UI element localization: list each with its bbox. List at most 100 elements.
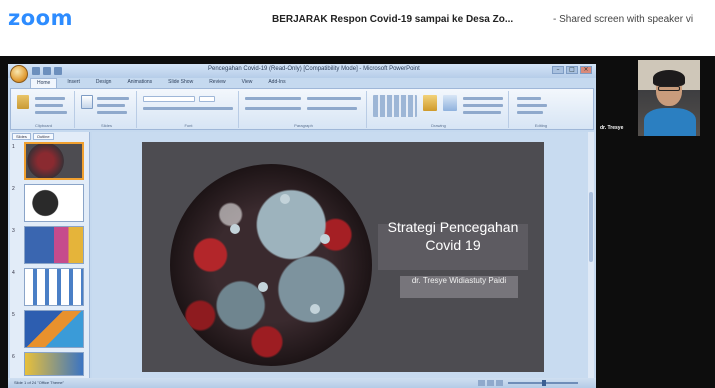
tab-animations[interactable]: Animations bbox=[121, 78, 158, 88]
slide-thumbnail-4[interactable] bbox=[24, 268, 84, 306]
arrange-icon[interactable] bbox=[423, 95, 437, 111]
list-buttons[interactable] bbox=[245, 97, 301, 100]
copy-button[interactable] bbox=[35, 104, 63, 107]
virus-spike bbox=[230, 224, 240, 234]
scrollbar-thumb[interactable] bbox=[589, 192, 593, 262]
share-status[interactable]: - Shared screen with speaker vi bbox=[553, 14, 693, 25]
font-format-buttons[interactable] bbox=[143, 107, 233, 110]
cut-button[interactable] bbox=[35, 97, 65, 100]
ribbon-group-slides: Slides bbox=[77, 91, 137, 128]
group-label-drawing: Drawing bbox=[431, 123, 446, 128]
window-controls: – □ × bbox=[552, 66, 592, 74]
shape-outline-button[interactable] bbox=[463, 104, 503, 107]
tab-view[interactable]: View bbox=[236, 78, 259, 88]
pane-tabs: Slides Outline bbox=[12, 133, 54, 140]
zoom-top-bar: zoom BERJARAK Respon Covid-19 sampai ke … bbox=[0, 0, 715, 56]
slide-subtitle[interactable]: dr. Tresye Widiastuty Paidi bbox=[400, 276, 518, 286]
select-button[interactable] bbox=[517, 111, 543, 114]
thumbnail-number: 4 bbox=[12, 270, 15, 276]
ribbon-tabs: Home Insert Design Animations Slide Show… bbox=[30, 78, 292, 88]
speaker-video[interactable] bbox=[638, 60, 700, 136]
slide-show-icon[interactable] bbox=[496, 380, 503, 386]
group-label-font: Font bbox=[184, 123, 193, 128]
slide-thumbnail-2[interactable] bbox=[24, 184, 84, 222]
slide-thumbnail-3[interactable] bbox=[24, 226, 84, 264]
ribbon: Clipboard Slides Font Paragraph Drawing … bbox=[10, 88, 594, 130]
ribbon-group-clipboard: Clipboard bbox=[13, 91, 75, 128]
close-button[interactable]: × bbox=[580, 66, 592, 74]
speaker-hair bbox=[653, 70, 685, 86]
align-buttons[interactable] bbox=[245, 107, 301, 110]
convert-smartart-button[interactable] bbox=[307, 107, 357, 110]
virus-spike bbox=[310, 304, 320, 314]
quick-styles-icon[interactable] bbox=[443, 95, 457, 111]
font-size-select[interactable] bbox=[199, 96, 215, 102]
thumbnail-number: 5 bbox=[12, 312, 15, 318]
slide-sorter-icon[interactable] bbox=[487, 380, 494, 386]
virus-spike bbox=[320, 234, 330, 244]
slide-thumbnail-6[interactable] bbox=[24, 352, 84, 376]
powerpoint-window-title: Pencegahan Covid-19 (Read-Only) [Compati… bbox=[208, 66, 420, 72]
speaker-glasses bbox=[658, 86, 680, 91]
office-button[interactable] bbox=[10, 65, 28, 83]
speaker-body bbox=[644, 108, 696, 136]
layout-button[interactable] bbox=[97, 97, 129, 100]
slide-thumbnail-5[interactable] bbox=[24, 310, 84, 348]
meeting-title: BERJARAK Respon Covid-19 sampai ke Desa … bbox=[272, 14, 514, 25]
zoom-logo: zoom bbox=[8, 6, 73, 30]
thumbnail-number: 1 bbox=[12, 144, 15, 150]
group-label-slides: Slides bbox=[101, 123, 112, 128]
powerpoint-titlebar: Pencegahan Covid-19 (Read-Only) [Compati… bbox=[8, 64, 596, 83]
status-text: Slide 1 of 24 "Office Theme" bbox=[14, 380, 65, 385]
tab-home[interactable]: Home bbox=[30, 78, 58, 88]
coronavirus-image bbox=[170, 164, 372, 366]
status-bar: Slide 1 of 24 "Office Theme" bbox=[8, 378, 596, 388]
tab-slides[interactable]: Slides bbox=[12, 133, 31, 140]
tab-outline[interactable]: Outline bbox=[32, 133, 54, 140]
tab-slide-show[interactable]: Slide Show bbox=[162, 78, 199, 88]
powerpoint-window: Pencegahan Covid-19 (Read-Only) [Compati… bbox=[8, 64, 596, 388]
paste-icon[interactable] bbox=[17, 95, 29, 109]
shape-fill-button[interactable] bbox=[463, 97, 503, 100]
thumbnail-number: 3 bbox=[12, 228, 15, 234]
slide-title[interactable]: Strategi Pencegahan Covid 19 bbox=[378, 218, 528, 254]
tab-review[interactable]: Review bbox=[203, 78, 231, 88]
minimize-button[interactable]: – bbox=[552, 66, 564, 74]
thumbnail-number: 2 bbox=[12, 186, 15, 192]
group-label-editing: Editing bbox=[534, 123, 548, 128]
tab-add-ins[interactable]: Add-Ins bbox=[262, 78, 291, 88]
slides-pane: Slides Outline 1 2 3 4 5 6 bbox=[10, 132, 90, 378]
ribbon-group-paragraph: Paragraph bbox=[241, 91, 367, 128]
current-slide[interactable]: Strategi Pencegahan Covid 19 dr. Tresye … bbox=[142, 142, 544, 372]
slide-thumbnail-1[interactable] bbox=[24, 142, 84, 180]
quick-access-toolbar bbox=[32, 67, 74, 75]
font-name-select[interactable] bbox=[143, 96, 195, 102]
group-label-paragraph: Paragraph bbox=[294, 123, 313, 128]
ribbon-group-editing: Editing bbox=[511, 91, 571, 128]
thumbnail-number: 6 bbox=[12, 354, 15, 360]
redo-icon[interactable] bbox=[54, 67, 62, 75]
reset-button[interactable] bbox=[97, 104, 125, 107]
vertical-scrollbar[interactable] bbox=[588, 132, 594, 378]
text-direction-button[interactable] bbox=[307, 97, 361, 100]
virus-spike bbox=[258, 282, 268, 292]
speaker-name-label: dr. Tresye bbox=[600, 125, 624, 131]
group-label-clipboard: Clipboard bbox=[34, 123, 53, 128]
delete-button[interactable] bbox=[97, 111, 127, 114]
slide-edit-area: Strategi Pencegahan Covid 19 dr. Tresye … bbox=[92, 132, 592, 378]
shapes-gallery[interactable] bbox=[373, 95, 417, 117]
tab-insert[interactable]: Insert bbox=[61, 78, 86, 88]
virus-spike bbox=[280, 194, 290, 204]
undo-icon[interactable] bbox=[43, 67, 51, 75]
zoom-slider-knob[interactable] bbox=[542, 380, 546, 386]
save-icon[interactable] bbox=[32, 67, 40, 75]
find-button[interactable] bbox=[517, 97, 541, 100]
new-slide-icon[interactable] bbox=[81, 95, 93, 109]
ribbon-group-font: Font bbox=[139, 91, 239, 128]
shape-effects-button[interactable] bbox=[463, 111, 501, 114]
tab-design[interactable]: Design bbox=[90, 78, 118, 88]
replace-button[interactable] bbox=[517, 104, 547, 107]
normal-view-icon[interactable] bbox=[478, 380, 485, 386]
maximize-button[interactable]: □ bbox=[566, 66, 578, 74]
format-painter-button[interactable] bbox=[35, 111, 67, 114]
